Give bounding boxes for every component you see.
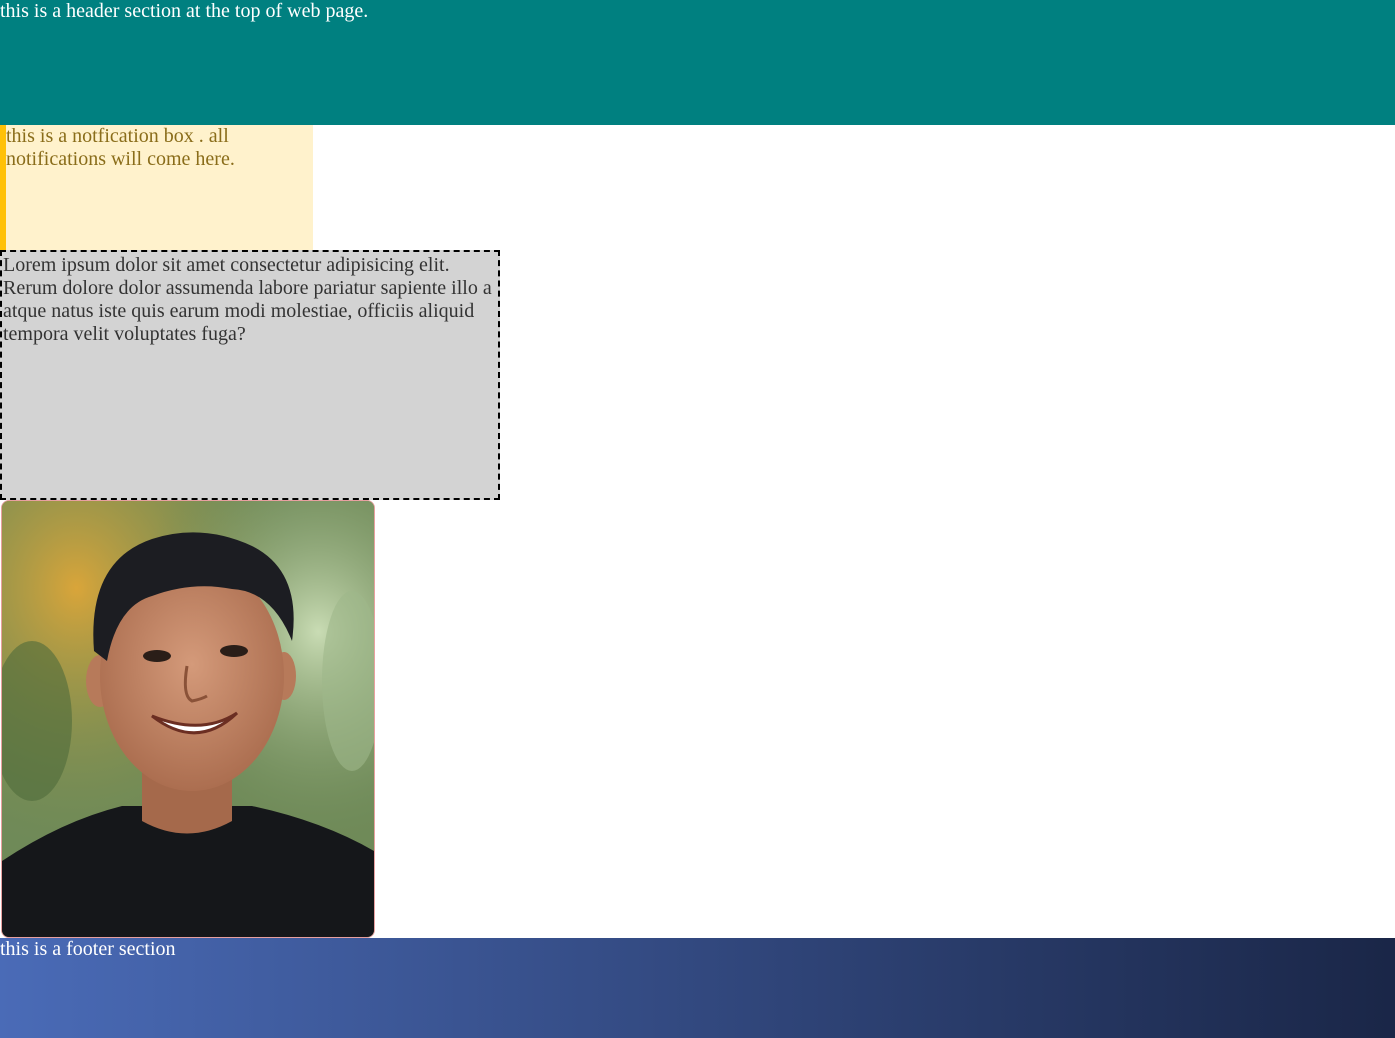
profile-photo — [1, 500, 375, 938]
content-box: Lorem ipsum dolor sit amet consectetur a… — [0, 250, 500, 500]
notification-text: this is a notfication box . all notifica… — [6, 125, 235, 170]
header-section: this is a header section at the top of w… — [0, 0, 1395, 125]
footer-section: this is a footer section — [0, 938, 1395, 1038]
header-text: this is a header section at the top of w… — [0, 0, 369, 22]
notification-box: this is a notfication box . all notifica… — [0, 125, 313, 250]
content-text: Lorem ipsum dolor sit amet consectetur a… — [3, 254, 492, 345]
footer-text: this is a footer section — [0, 938, 176, 960]
